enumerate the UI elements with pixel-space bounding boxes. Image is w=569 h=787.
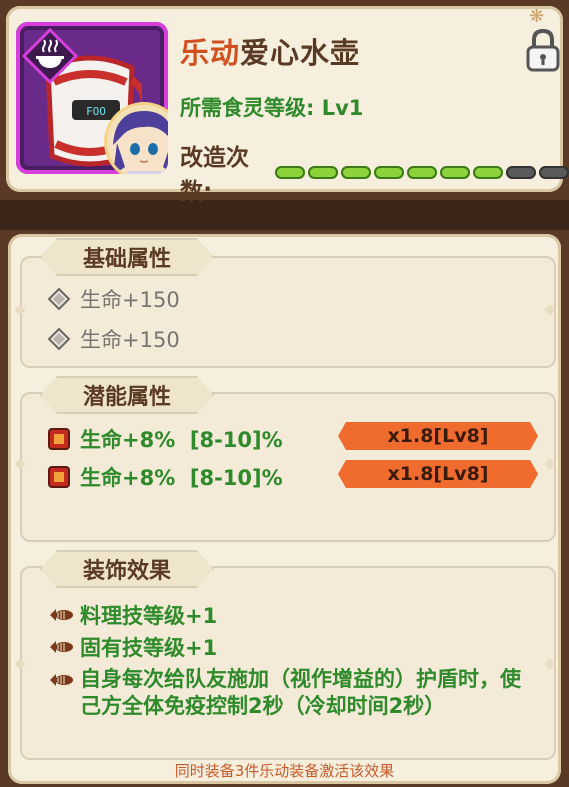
refine-pill-filled <box>407 165 437 179</box>
required-label: 所需食灵等级: <box>180 96 315 120</box>
potential-multiplier-tag: x1.8[Lv8] <box>338 422 538 450</box>
steaming-bowl-icon <box>22 28 78 84</box>
kettle-display: FOO <box>86 105 106 118</box>
item-name-rest: 爱心水壶 <box>240 36 361 70</box>
refine-pill-filled <box>308 165 338 179</box>
basic-stat-text: 生命+150 <box>80 328 180 352</box>
decor-effect-row: 自身每次给队友施加（视作增益的）护盾时，使己方全体免疫控制2秒（冷却时间2秒） <box>48 666 538 720</box>
corner-ornament: ❋ <box>529 6 545 27</box>
refine-progress <box>275 165 569 179</box>
item-icon[interactable]: FOO <box>16 22 168 174</box>
decor-effects-title: 装饰效果 <box>40 550 214 588</box>
red-gem-icon <box>48 428 70 450</box>
grey-diamond-gem-icon <box>48 288 70 310</box>
decor-effect-text: 料理技等级+1 <box>80 604 218 628</box>
grey-diamond-gem-icon <box>48 328 70 350</box>
basic-stat-row: 生命+150 <box>48 324 180 354</box>
decor-effect-text: 自身每次给队友施加（视作增益的）护盾时，使己方全体免疫控制2秒（冷却时间2秒） <box>80 667 521 718</box>
decor-effect-row: 料理技等级+1 <box>48 600 217 630</box>
set-bonus-note: 同时装备3件乐动装备激活该效果 <box>174 762 395 780</box>
character-icon <box>110 111 168 174</box>
padlock-icon[interactable] <box>524 28 562 72</box>
refine-pill-filled <box>341 165 371 179</box>
item-name-highlight: 乐动 <box>180 36 241 70</box>
fish-bullet-icon <box>50 641 73 653</box>
decor-effect-row: 固有技等级+1 <box>48 632 217 662</box>
red-gem-icon <box>48 466 70 488</box>
refine-pill-empty <box>506 165 536 179</box>
basic-stat-text: 生命+150 <box>80 288 180 312</box>
potential-attributes-title: 潜能属性 <box>40 376 214 414</box>
required-level: 所需食灵等级: Lv1 <box>180 92 363 122</box>
refine-pill-filled <box>374 165 404 179</box>
refine-pill-empty <box>539 165 569 179</box>
item-title: 乐动爱心水壶 <box>180 30 360 72</box>
fish-bullet-icon <box>50 609 73 621</box>
decor-effect-text: 固有技等级+1 <box>80 636 218 660</box>
basic-stat-row: 生命+150 <box>48 284 180 314</box>
decor-effects-section[interactable] <box>20 566 556 760</box>
potential-stat-text: 生命+8% [8-10]% <box>80 428 283 452</box>
potential-multiplier-tag: x1.8[Lv8] <box>338 460 538 488</box>
potential-stat-text: 生命+8% [8-10]% <box>80 466 283 490</box>
refine-label: 改造次数: <box>180 145 249 205</box>
basic-attributes-title: 基础属性 <box>40 238 214 276</box>
required-value: Lv1 <box>321 96 364 120</box>
refine-pill-filled <box>440 165 470 179</box>
refine-pill-filled <box>275 165 305 179</box>
fish-bullet-icon <box>50 674 73 686</box>
refine-count: 改造次数: <box>180 138 569 206</box>
potential-stat-row: 生命+8% [8-10]% <box>48 424 283 454</box>
potential-stat-row: 生命+8% [8-10]% <box>48 462 283 492</box>
refine-pill-filled <box>473 165 503 179</box>
